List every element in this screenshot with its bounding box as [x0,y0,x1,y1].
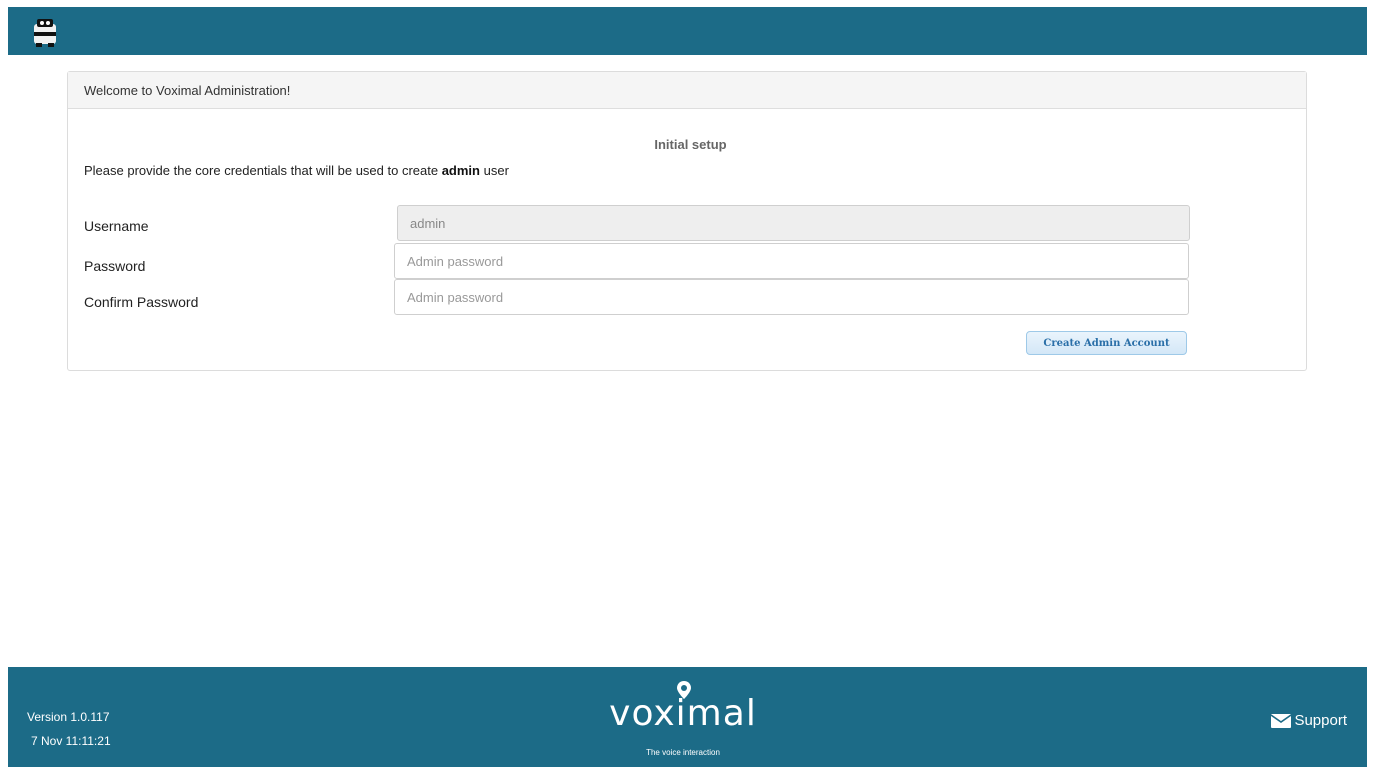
intro-text: Please provide the core credentials that… [84,163,509,178]
username-label: Username [84,218,149,234]
panel-heading: Welcome to Voximal Administration! [68,72,1306,109]
logo-text: voximal [609,693,757,734]
confirm-password-label: Confirm Password [84,294,199,310]
intro-text-bold: admin [441,163,480,178]
support-label: Support [1294,712,1347,729]
top-header-bar [8,7,1367,55]
support-link[interactable]: Support [1271,712,1347,729]
username-field [397,205,1190,241]
password-field[interactable] [394,243,1189,279]
robot-icon[interactable] [28,15,62,49]
setup-title: Initial setup [654,137,727,152]
version-text: Version 1.0.117 [27,710,110,724]
envelope-icon [1271,713,1292,728]
tagline: The voice interaction [646,748,720,757]
intro-text-before: Please provide the core credentials that… [84,163,442,178]
build-date-text: 7 Nov 11:11:21 [31,734,111,748]
footer: Version 1.0.117 7 Nov 11:11:21 voximal T… [8,667,1367,767]
welcome-panel: Welcome to Voximal Administration! Initi… [67,71,1307,371]
create-admin-account-button[interactable]: Create Admin Account [1026,331,1187,355]
voximal-logo: voximal The voice interaction [598,677,768,763]
confirm-password-field[interactable] [394,279,1189,315]
password-label: Password [84,258,146,274]
intro-text-after: user [480,163,509,178]
